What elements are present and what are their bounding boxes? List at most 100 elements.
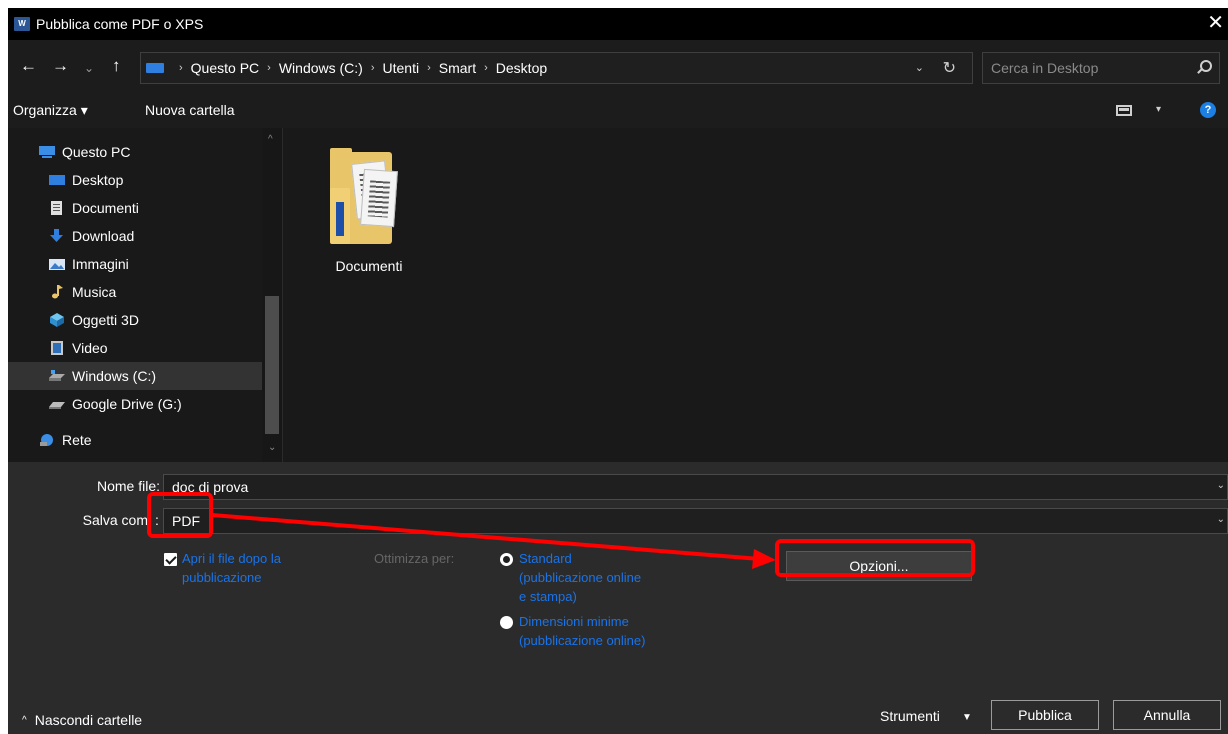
word-icon: W [14,17,30,31]
folder-item-documenti[interactable]: Documenti [324,148,414,278]
option-standard-line3[interactable]: e stampa) [519,587,577,606]
navigation-bar: ← → ⌄ ↑ › Questo PC › Windows (C:) › Ute… [8,40,1228,92]
search-input[interactable] [982,52,1220,84]
radio-minimum-size[interactable] [500,616,513,629]
option-standard-line2[interactable]: (pubblicazione online [519,568,641,587]
chevron-down-icon[interactable]: ⌄ [1217,514,1225,525]
filename-input[interactable]: doc di prova ⌄ [163,474,1228,500]
sidebar-item-rete[interactable]: Rete [8,426,262,454]
sidebar-item-windows-c[interactable]: Windows (C:) [8,362,262,390]
help-icon[interactable]: ? [1200,102,1216,118]
organize-button[interactable]: Organizza ▾ [13,102,88,119]
pictures-icon [48,257,66,271]
savetype-select[interactable]: PDF ⌄ [163,508,1228,534]
options-button[interactable]: Opzioni... [786,551,972,581]
computer-icon [146,63,164,73]
new-folder-button[interactable]: Nuova cartella [145,102,235,118]
refresh-icon[interactable]: ↻ [943,58,956,78]
document-accent-icon [336,202,344,236]
crumb-separator: › [427,62,431,74]
sidebar-item-label: Google Drive (G:) [72,396,182,412]
document-page-icon [360,168,398,228]
filename-value: doc di prova [172,479,249,495]
sidebar-item-immagini[interactable]: Immagini [8,250,262,278]
sidebar-item-label: Desktop [72,172,124,188]
video-icon [48,341,66,355]
sidebar-item-label: Musica [72,284,117,300]
sidebar-item-video[interactable]: Video [8,334,262,362]
crumb-separator: › [179,62,183,74]
tools-button[interactable]: Strumenti [880,708,940,724]
up-arrow-icon[interactable]: ↑ [112,56,121,76]
breadcrumb-questo-pc[interactable]: Questo PC [191,60,259,76]
sidebar-item-google-drive[interactable]: Google Drive (G:) [8,390,262,418]
objects-3d-icon [48,313,66,327]
documents-icon [48,201,66,215]
drive-icon [48,369,66,383]
address-dropdown-icon[interactable]: ⌄ [915,61,924,74]
sidebar-item-label: Video [72,340,108,356]
tools-dropdown-icon[interactable]: ▼ [962,712,972,723]
chevron-up-icon: ^ [22,714,27,726]
search-icon[interactable] [1200,60,1212,72]
computer-icon [38,145,56,159]
scroll-up-icon[interactable]: ^ [268,134,273,145]
crumb-separator: › [370,62,375,74]
scrollbar-thumb[interactable] [265,296,279,434]
sidebar-item-questo-pc[interactable]: Questo PC [8,138,262,166]
option-minimum-line2[interactable]: (pubblicazione online) [519,631,645,650]
option-minimum-line1[interactable]: Dimensioni minime [519,612,629,631]
crumb-separator: › [267,62,271,74]
hide-folders-label: Nascondi cartelle [34,712,143,728]
cancel-button[interactable]: Annulla [1113,700,1221,730]
breadcrumb-utenti[interactable]: Utenti [383,60,420,76]
navigation-pane: Questo PC Desktop Documenti Download Imm… [8,128,283,462]
title-bar: W Pubblica come PDF o XPS ✕ [8,8,1228,40]
crumb-separator: › [484,62,488,74]
breadcrumb-windows-c[interactable]: Windows (C:) [279,60,363,76]
publish-button[interactable]: Pubblica [991,700,1099,730]
sidebar-item-label: Documenti [72,200,139,216]
savetype-label-colon: : [155,512,159,528]
sidebar-item-desktop[interactable]: Desktop [8,166,262,194]
window-title: Pubblica come PDF o XPS [36,16,204,32]
hide-folders-button[interactable]: ^ Nascondi cartelle [22,712,142,728]
sidebar-item-label: Immagini [72,256,129,272]
download-icon [48,229,66,243]
filename-label: Nome file: [96,478,160,494]
scroll-down-icon[interactable]: ⌄ [268,442,276,453]
view-dropdown-icon[interactable]: ▾ [1156,104,1161,115]
radio-standard[interactable] [500,553,513,566]
savetype-value: PDF [172,513,200,529]
optimize-label: Ottimizza per: [374,551,455,566]
breadcrumb: › Questo PC › Windows (C:) › Utenti › Sm… [171,60,547,76]
breadcrumb-desktop[interactable]: Desktop [496,60,547,76]
sidebar-item-documenti[interactable]: Documenti [8,194,262,222]
open-after-publish-label-line2[interactable]: pubblicazione [182,568,262,587]
savetype-label: Salva com [82,512,148,528]
music-icon [48,285,66,299]
open-after-publish-label-line1[interactable]: Apri il file dopo la [182,549,281,568]
close-button[interactable]: ✕ [1207,12,1224,34]
sidebar-item-label: Oggetti 3D [72,312,139,328]
forward-arrow-icon[interactable]: → [52,56,69,76]
sidebar-item-download[interactable]: Download [8,222,262,250]
chevron-down-icon[interactable]: ⌄ [1217,480,1225,491]
sidebar-item-label: Windows (C:) [72,368,157,384]
folder-label: Documenti [335,258,403,274]
sidebar-item-musica[interactable]: Musica [8,278,262,306]
back-arrow-icon[interactable]: ← [20,56,37,76]
network-icon [38,433,56,447]
publish-dialog: W Pubblica come PDF o XPS ✕ ← → ⌄ ↑ › Qu… [8,8,1228,734]
recent-locations-icon[interactable]: ⌄ [84,58,94,78]
breadcrumb-smart[interactable]: Smart [439,60,476,76]
sidebar-item-oggetti-3d[interactable]: Oggetti 3D [8,306,262,334]
save-options-panel: Nome file: doc di prova ⌄ Salva com : PD… [8,462,1228,734]
address-bar[interactable]: › Questo PC › Windows (C:) › Utenti › Sm… [140,52,973,84]
option-standard-line1[interactable]: Standard [519,549,572,568]
sidebar-scrollbar[interactable]: ^ ⌄ [262,128,282,462]
open-after-publish-checkbox[interactable] [164,553,177,566]
file-list: Documenti [284,128,1228,462]
view-options-icon[interactable] [1116,105,1132,116]
google-drive-icon [48,397,66,411]
